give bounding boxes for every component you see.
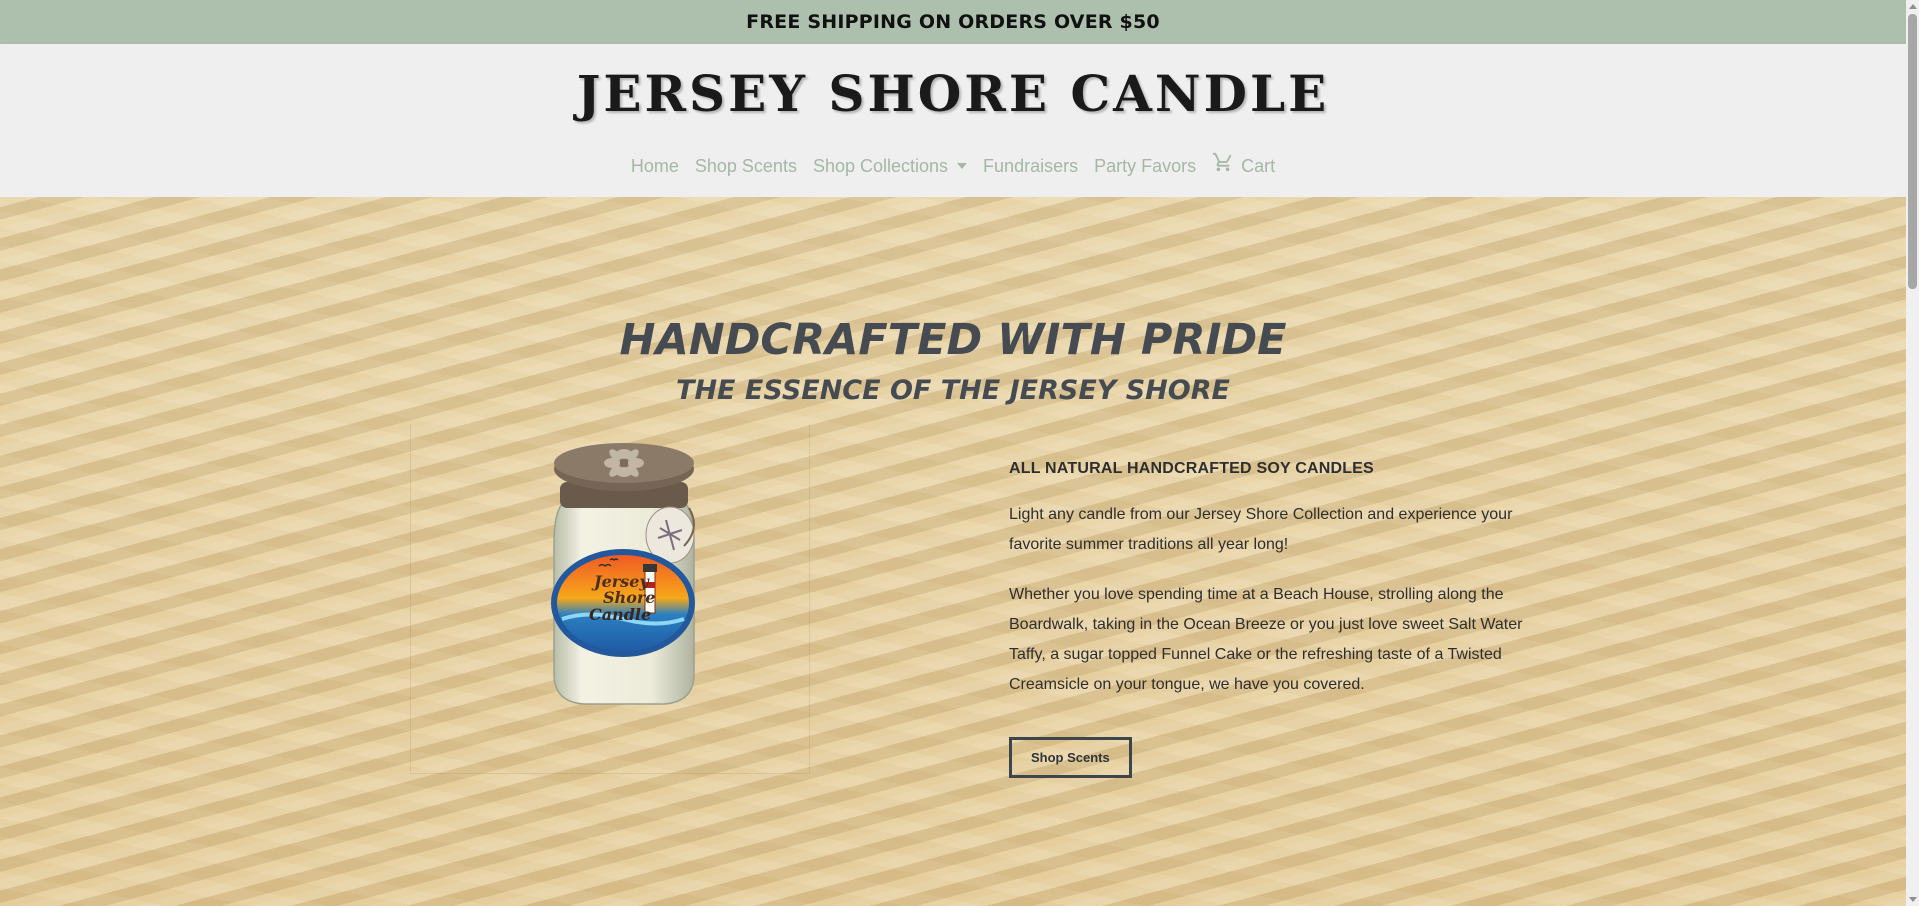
hero-subtitle: THE ESSENCE OF THE JERSEY SHORE — [676, 375, 1230, 406]
intro-copy: ALL NATURAL HANDCRAFTED SOY CANDLES Ligh… — [1009, 460, 1551, 778]
nav-shop-scents-label: Shop Scents — [694, 155, 797, 176]
promo-bar: FREE SHIPPING ON ORDERS OVER $50 — [0, 0, 1906, 44]
nav-shop-scents[interactable]: Shop Scents — [687, 148, 805, 184]
nav-party-favors-label: Party Favors — [1094, 155, 1197, 176]
nav-fundraisers[interactable]: Fundraisers — [975, 148, 1086, 184]
nav-fundraisers-label: Fundraisers — [983, 155, 1079, 176]
nav-home[interactable]: Home — [623, 148, 687, 184]
nav-cart-label: Cart — [1241, 155, 1276, 176]
hero-section: HANDCRAFTED WITH PRIDE THE ESSENCE OF TH… — [0, 197, 1906, 906]
main-navigation: Home Shop Scents Shop Collections Fundra… — [0, 148, 1906, 184]
intro-paragraph-1: Light any candle from our Jersey Shore C… — [1009, 506, 1513, 553]
jar-label-line-3: Candle — [589, 605, 651, 624]
scrollbar-thumb[interactable] — [1908, 14, 1917, 289]
intro-paragraph-2: Whether you love spending time at a Beac… — [1009, 586, 1523, 693]
nav-party-favors[interactable]: Party Favors — [1086, 148, 1204, 184]
shop-scents-button[interactable]: Shop Scents — [1009, 737, 1132, 778]
hero-title: HANDCRAFTED WITH PRIDE — [619, 315, 1287, 365]
chevron-down-icon — [957, 163, 968, 169]
nav-home-label: Home — [630, 155, 679, 176]
scroll-up-icon[interactable] — [1909, 4, 1917, 9]
site-header: JERSEY SHORE CANDLE Home Shop Scents Sho… — [0, 44, 1906, 197]
vertical-scrollbar[interactable] — [1906, 0, 1919, 906]
promo-text: FREE SHIPPING ON ORDERS OVER $50 — [746, 11, 1160, 33]
candle-jar-image: Jersey Shore Candle — [551, 443, 695, 705]
cart-icon — [1212, 151, 1234, 178]
site-logo[interactable]: JERSEY SHORE CANDLE — [0, 64, 1906, 123]
product-image-panel: Jersey Shore Candle — [410, 424, 810, 774]
nav-shop-collections[interactable]: Shop Collections — [805, 148, 975, 184]
intro-heading: ALL NATURAL HANDCRAFTED SOY CANDLES — [1009, 460, 1374, 477]
scroll-down-icon[interactable] — [1909, 897, 1917, 902]
nav-shop-collections-label: Shop Collections — [812, 155, 949, 176]
nav-cart[interactable]: Cart — [1204, 148, 1283, 184]
